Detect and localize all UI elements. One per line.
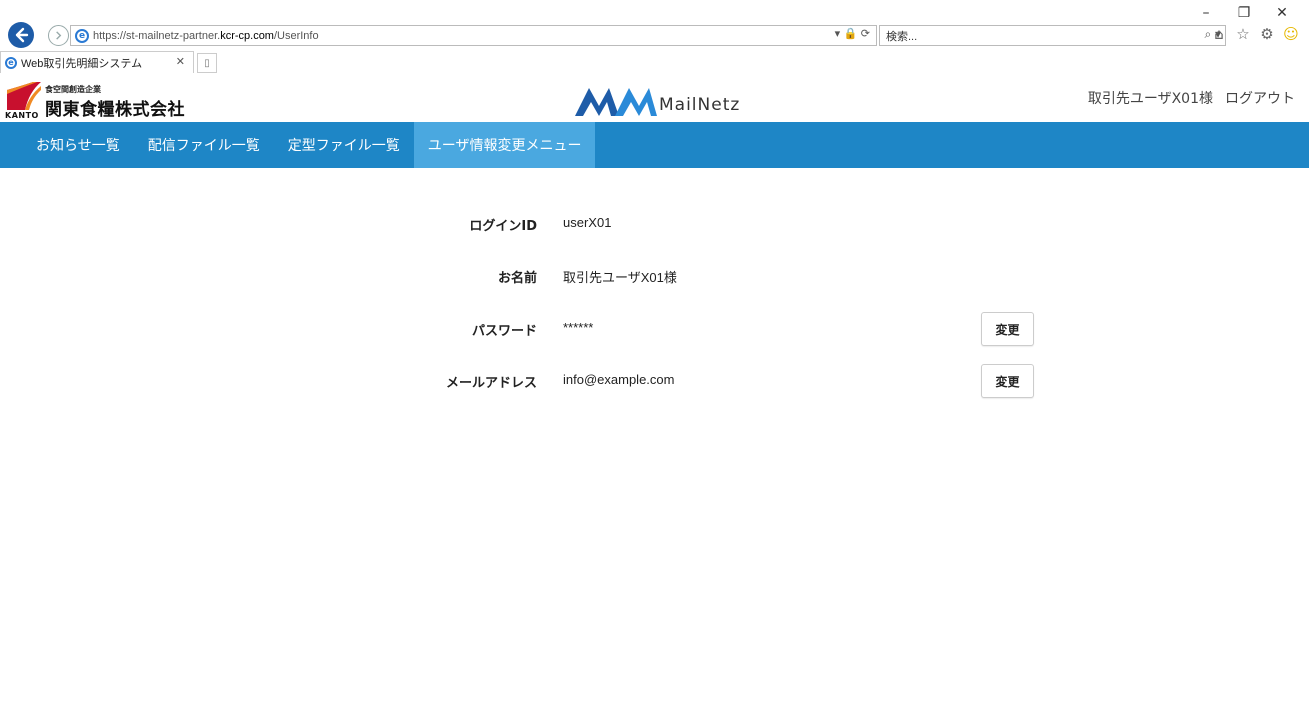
site-header: 食空間創造企業 関東食糧株式会社 KANTO MailNetz 取引先ユーザX0… (0, 74, 1309, 122)
search-input[interactable]: 検索... (886, 28, 917, 44)
tab-title: Web取引先明細システム (21, 57, 143, 70)
ie-icon: e (75, 28, 89, 43)
browser-tab[interactable]: e Web取引先明細システム ✕ (0, 51, 194, 73)
ie-tab-icon: e (5, 56, 17, 69)
login-id-label: ログインID (469, 219, 537, 234)
login-id-row: ログインID userX01 (0, 207, 1309, 241)
email-value: info@example.com (563, 372, 675, 387)
address-bar[interactable]: e https://st-mailnetz-partner.kcr-cp.com… (70, 25, 877, 46)
browser-toolbar: ⌂ ☆ ⚙ ☺ (1209, 25, 1301, 43)
gear-icon[interactable]: ⚙ (1257, 25, 1277, 43)
browser-chrome: – ❐ ✕ e https://st-mailnetz-partner.kcr-… (0, 0, 1309, 74)
feedback-smiley-icon[interactable]: ☺ (1281, 25, 1301, 43)
company-logo-mark-icon (7, 82, 41, 110)
company-en-name: KANTO (5, 111, 39, 120)
home-icon[interactable]: ⌂ (1209, 25, 1229, 43)
back-button[interactable] (8, 22, 34, 48)
window-controls: – ❐ ✕ (1187, 3, 1301, 23)
nav-item-template-files[interactable]: 定型ファイル一覧 (274, 122, 414, 168)
nav-item-user-settings[interactable]: ユーザ情報変更メニュー (413, 122, 596, 168)
email-row: メールアドレス info@example.com 変更 (0, 364, 1309, 398)
change-password-button[interactable]: 変更 (981, 312, 1034, 346)
change-email-button[interactable]: 変更 (981, 364, 1034, 398)
name-value: 取引先ユーザX01様 (563, 270, 677, 285)
user-name: 取引先ユーザX01様 (1087, 91, 1213, 107)
nav-item-distributed-files[interactable]: 配信ファイル一覧 (134, 122, 274, 168)
forward-button[interactable] (48, 25, 69, 46)
name-row: お名前 取引先ユーザX01様 (0, 259, 1309, 293)
address-tools[interactable]: ▾ 🔒 ⟳ (835, 27, 870, 40)
tab-close-icon[interactable]: ✕ (176, 55, 185, 68)
company-logo[interactable]: 食空間創造企業 関東食糧株式会社 KANTO (5, 78, 195, 120)
password-value: ****** (563, 320, 594, 335)
search-box[interactable]: 検索... ⌕ ▾ (879, 25, 1226, 46)
restore-button[interactable]: ❐ (1225, 3, 1263, 23)
company-tagline: 食空間創造企業 (45, 85, 101, 94)
login-id-value: userX01 (563, 215, 612, 230)
minimize-button[interactable]: – (1187, 3, 1225, 23)
new-tab-button[interactable]: ▯ (197, 53, 217, 73)
nav-item-notices[interactable]: お知らせ一覧 (22, 122, 134, 168)
brand-name: MailNetz (659, 95, 741, 115)
user-area: 取引先ユーザX01様 ログアウト (1088, 88, 1295, 108)
back-arrow-icon (15, 27, 29, 43)
email-label: メールアドレス (445, 376, 537, 391)
password-row: パスワード ****** 変更 (0, 312, 1309, 346)
main-nav: お知らせ一覧 配信ファイル一覧 定型ファイル一覧 ユーザ情報変更メニュー (0, 122, 1309, 168)
mailnetz-logo-icon (575, 88, 657, 116)
password-label: パスワード (471, 324, 537, 339)
address-url: https://st-mailnetz-partner.kcr-cp.com/U… (93, 29, 319, 42)
favorites-star-icon[interactable]: ☆ (1233, 25, 1253, 43)
browser-nav-row: e https://st-mailnetz-partner.kcr-cp.com… (0, 22, 1309, 48)
name-label: お名前 (497, 271, 537, 286)
brand-logo: MailNetz (575, 82, 740, 118)
tab-row: e Web取引先明細システム ✕ ▯ (0, 51, 1309, 73)
logout-link[interactable]: ログアウト (1225, 88, 1295, 108)
company-name: 関東食糧株式会社 (45, 100, 185, 119)
close-window-button[interactable]: ✕ (1263, 3, 1301, 23)
forward-arrow-icon (56, 31, 62, 40)
